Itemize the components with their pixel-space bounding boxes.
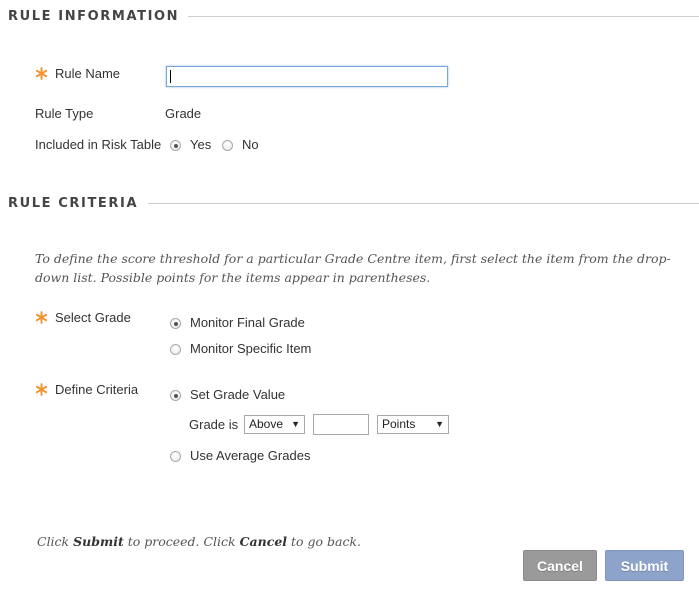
rule-type-label: Rule Type <box>35 106 94 121</box>
rule-name-label: Rule Name <box>55 66 121 81</box>
define-criteria-label: Define Criteria <box>55 382 139 397</box>
comparison-select[interactable]: Above ▼ <box>244 415 305 434</box>
hint-text: Click <box>37 534 74 549</box>
required-asterisk-icon <box>35 383 48 396</box>
unit-select[interactable]: Points ▼ <box>377 415 449 434</box>
set-grade-value-radio[interactable] <box>170 390 181 401</box>
section-divider <box>188 16 699 17</box>
unit-select-value: Points <box>382 417 416 431</box>
section-divider <box>148 203 699 204</box>
text-cursor <box>170 70 171 83</box>
hint-cancel-word: Cancel <box>239 534 288 549</box>
monitor-specific-item-label[interactable]: Monitor Specific Item <box>190 341 311 356</box>
cancel-button[interactable]: Cancel <box>523 550 597 581</box>
grade-threshold-input[interactable] <box>313 414 369 435</box>
submit-hint: Click Submit to proceed. Click Cancel to… <box>37 532 361 551</box>
set-grade-value-label[interactable]: Set Grade Value <box>190 387 285 402</box>
hint-text: to proceed. Click <box>123 534 240 549</box>
criteria-instructions: To define the score threshold for a part… <box>35 251 671 285</box>
risk-table-no-label[interactable]: No <box>242 137 259 152</box>
use-average-grades-label[interactable]: Use Average Grades <box>190 448 310 463</box>
chevron-down-icon: ▼ <box>291 419 300 429</box>
risk-table-yes-radio[interactable] <box>170 140 181 151</box>
use-average-grades-radio[interactable] <box>170 451 181 462</box>
section-title-rule-information: RULE INFORMATION <box>8 9 180 24</box>
monitor-final-grade-label[interactable]: Monitor Final Grade <box>190 315 305 330</box>
monitor-specific-item-radio[interactable] <box>170 344 181 355</box>
hint-submit-word: Submit <box>73 534 124 549</box>
required-asterisk-icon <box>35 311 48 324</box>
submit-button[interactable]: Submit <box>605 550 684 581</box>
monitor-final-grade-radio[interactable] <box>170 318 181 329</box>
risk-table-no-radio[interactable] <box>222 140 233 151</box>
section-title-rule-criteria: RULE CRITERIA <box>8 196 139 211</box>
risk-table-label: Included in Risk Table <box>35 137 162 152</box>
risk-table-yes-label[interactable]: Yes <box>190 137 211 152</box>
grade-is-label: Grade is <box>189 417 239 432</box>
required-asterisk-icon <box>35 67 48 80</box>
hint-text: to go back. <box>287 534 362 549</box>
select-grade-label: Select Grade <box>55 310 131 325</box>
rule-type-value: Grade <box>165 106 202 121</box>
chevron-down-icon: ▼ <box>435 419 444 429</box>
comparison-select-value: Above <box>249 417 284 431</box>
rule-name-input[interactable] <box>166 66 448 87</box>
